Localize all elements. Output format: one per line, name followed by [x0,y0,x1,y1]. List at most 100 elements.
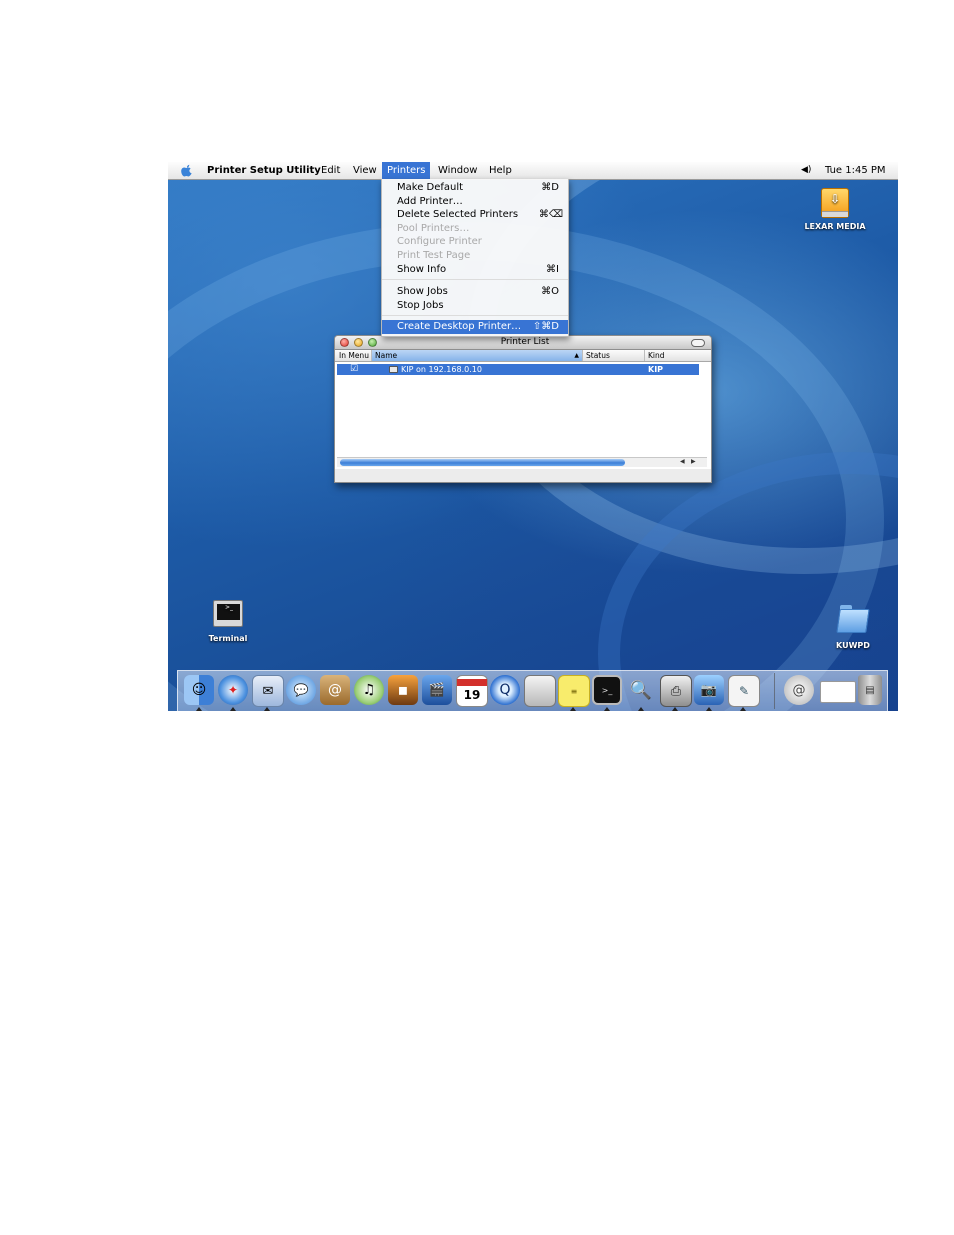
ical-icon[interactable]: 19 [456,675,488,707]
menu-printers[interactable]: Printers [382,162,431,179]
menu-item-create-desktop-printer[interactable]: Create Desktop Printer… ⇧⌘D [382,320,568,334]
menu-item-show-info[interactable]: Show Info ⌘I [382,263,568,276]
printer-list-body: ☑ KIP on 192.168.0.10 KIP ◀ ▶ [335,362,711,469]
usb-drive-icon: ⇩ [821,188,849,218]
running-indicator [706,707,712,711]
printer-setup-icon[interactable]: ⎙ [660,675,692,707]
list-header: In Menu Name ▲ Status Kind [335,350,711,362]
zoom-button[interactable] [368,338,377,347]
in-menu-checkbox[interactable]: ☑ [350,364,358,375]
running-indicator [672,707,678,711]
menu-item-print-test-page: Print Test Page [382,249,568,262]
printers-dropdown-menu: Make Default ⌘D Add Printer… Delete Sele… [381,179,569,337]
menu-help[interactable]: Help [489,164,512,177]
sort-ascending-icon: ▲ [574,352,579,359]
menu-item-label: Configure Printer [397,236,482,247]
ichat-icon[interactable]: 💬 [286,675,316,705]
itunes-icon[interactable]: ♫ [354,675,384,705]
menu-item-label: Show Info [397,264,447,275]
quicktime-icon[interactable]: Q [490,675,520,705]
running-indicator [196,707,202,711]
dock: ☺ ✦ ✉ 💬 @ ♫ ◼ 🎬 19 Q ≡ >_ 🔍 ⎙ 📷 ✎ @ ▤ [177,670,888,711]
printer-name-cell: KIP on 192.168.0.10 [401,365,482,374]
scroll-left-arrow-icon[interactable]: ◀ [680,458,685,466]
printer-kind-cell: KIP [648,365,664,374]
minimize-button[interactable] [354,338,363,347]
menu-bar: Printer Setup Utility Edit View Printers… [168,162,898,180]
desktop-icon-label: KUWPD [836,641,870,650]
mail-drop-icon[interactable]: @ [784,675,814,705]
desktop-icon-label: LEXAR MEDIA [804,222,866,231]
window-icon[interactable] [820,681,856,703]
running-indicator [604,707,610,711]
terminal-icon: >_ [213,600,243,627]
system-preferences-icon[interactable] [524,675,556,707]
menu-item-label: Print Test Page [397,250,471,261]
menu-item-add-printer[interactable]: Add Printer… [382,195,568,208]
safari-icon[interactable]: ✦ [218,675,248,705]
dock-divider [774,673,775,709]
desktop-icon-lexar-media[interactable]: ⇩ LEXAR MEDIA [802,188,868,231]
desktop-icon-label: Terminal [208,634,248,643]
iphoto-icon[interactable]: ◼ [388,675,418,705]
horizontal-scrollbar[interactable]: ◀ ▶ [337,457,707,467]
imovie-icon[interactable]: 🎬 [422,675,452,705]
menu-separator [382,279,568,280]
running-indicator [230,707,236,711]
menu-item-label: Add Printer… [397,196,463,207]
ical-day-label: 19 [463,687,481,702]
window-title: Printer List [500,337,550,347]
stickies-icon[interactable]: ≡ [558,675,590,707]
menu-item-delete-selected-printers[interactable]: Delete Selected Printers ⌘⌫ [382,208,568,221]
column-header-name[interactable]: Name ▲ [372,350,583,361]
address-book-icon[interactable]: @ [320,675,350,705]
speaker-icon[interactable]: ◀︎) [801,164,811,177]
running-indicator [740,707,746,711]
printer-list-window: Printer List In Menu Name ▲ Status Kind … [334,335,712,483]
running-indicator [264,707,270,711]
menu-item-make-default[interactable]: Make Default ⌘D [382,181,568,194]
desktop-icon-kuwpd[interactable]: KUWPD [823,605,883,650]
menu-view[interactable]: View [353,164,377,177]
folder-icon [836,605,870,633]
menu-item-label: Make Default [397,182,464,193]
column-header-in-menu[interactable]: In Menu [335,350,372,361]
menu-item-stop-jobs[interactable]: Stop Jobs [382,299,568,312]
scroll-thumb[interactable] [340,459,625,466]
image-capture-icon[interactable]: 📷 [694,675,724,705]
menu-item-label: Create Desktop Printer… [397,321,522,332]
apple-logo-icon[interactable] [181,164,193,177]
table-row[interactable]: ☑ KIP on 192.168.0.10 KIP [337,364,699,375]
menu-item-shortcut: ⌘I [546,264,559,275]
printer-icon [389,366,398,373]
menu-item-label: Show Jobs [397,286,448,297]
app-menu[interactable]: Printer Setup Utility [207,164,321,177]
menu-item-show-jobs[interactable]: Show Jobs ⌘O [382,285,568,298]
close-button[interactable] [340,338,349,347]
finder-icon[interactable]: ☺ [184,675,214,705]
running-indicator [638,707,644,711]
desktop-icon-terminal[interactable]: >_ Terminal [198,600,258,643]
menu-window[interactable]: Window [438,164,477,177]
column-header-status[interactable]: Status [583,350,645,361]
toolbar-toggle-button[interactable] [691,339,705,347]
menu-item-shortcut: ⌘⌫ [538,209,563,220]
menu-item-label: Pool Printers… [397,223,470,234]
sherlock-icon[interactable]: 🔍 [626,675,656,705]
mail-icon[interactable]: ✉ [252,675,284,707]
preview-icon[interactable]: ✎ [728,675,760,707]
menu-item-pool-printers: Pool Printers… [382,222,568,235]
menubar-clock[interactable]: Tue 1:45 PM [825,164,886,177]
menu-item-label: Delete Selected Printers [397,209,519,220]
menu-separator [382,315,568,316]
column-header-kind[interactable]: Kind [645,350,711,361]
scroll-right-arrow-icon[interactable]: ▶ [691,458,696,466]
running-indicator [570,707,576,711]
desktop: Printer Setup Utility Edit View Printers… [168,162,898,711]
menu-item-shortcut: ⌘O [541,286,559,297]
terminal-icon[interactable]: >_ [592,675,622,705]
trash-icon[interactable]: ▤ [858,675,882,705]
menu-edit[interactable]: Edit [321,164,340,177]
menu-item-shortcut: ⌘D [541,182,559,193]
window-titlebar[interactable]: Printer List [335,336,711,350]
